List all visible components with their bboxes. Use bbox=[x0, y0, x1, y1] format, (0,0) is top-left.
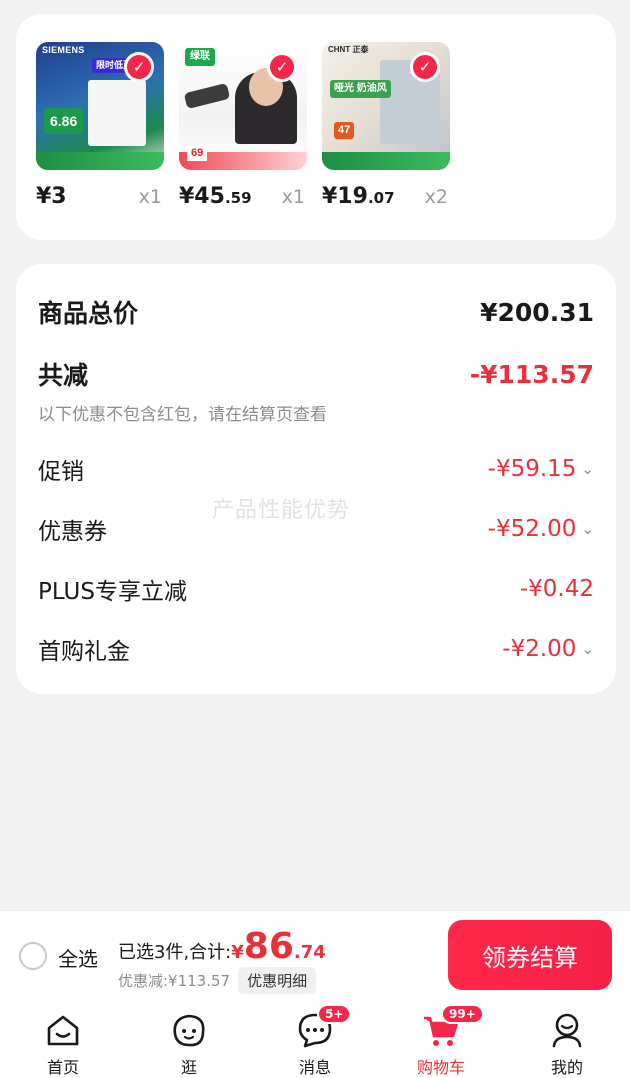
selected-check-icon[interactable]: ✓ bbox=[410, 52, 440, 82]
product-price: ¥45.59 bbox=[179, 184, 252, 209]
coupon-row[interactable]: 优惠券 -¥52.00 ⌄ bbox=[38, 512, 594, 546]
total-amount-integer: 86 bbox=[243, 926, 294, 967]
message-badge: 5+ bbox=[317, 1004, 352, 1024]
promotion-label: 促销 bbox=[38, 459, 84, 485]
selected-total: 已选3件,合计: ¥ 86 .74 bbox=[118, 929, 326, 965]
chevron-down-icon[interactable]: ⌄ bbox=[581, 460, 594, 478]
thumb-tag: 6.86 bbox=[44, 108, 84, 134]
plus-discount-label: PLUS专享立减 bbox=[38, 579, 187, 605]
tab-cart[interactable]: 99+ 购物车 bbox=[401, 1000, 484, 1078]
chevron-down-icon[interactable]: ⌄ bbox=[581, 640, 594, 658]
discount-note: 以下优惠不包含红包，请在结算页查看 bbox=[38, 405, 327, 425]
selected-check-icon[interactable]: ✓ bbox=[267, 52, 297, 82]
product-image-device bbox=[183, 82, 231, 110]
total-price-row: 商品总价 ¥200.31 bbox=[38, 294, 594, 330]
thumb-brand: CHNT 正泰 bbox=[328, 45, 369, 54]
total-amount-decimal: .74 bbox=[293, 942, 326, 963]
checkout-bar: 全选 已选3件,合计: ¥ 86 .74 优惠减:¥113.57 优惠明细 领券… bbox=[0, 910, 630, 1000]
face-icon bbox=[169, 1010, 209, 1050]
product-item[interactable]: 绿联 69 ✓ ¥45.59 x1 bbox=[179, 42, 307, 209]
product-item[interactable]: CHNT 正泰 哑光 奶油风 47 ✓ ¥19.07 x2 bbox=[322, 42, 450, 209]
home-icon bbox=[43, 1010, 83, 1050]
thumb-brand: 绿联 bbox=[185, 48, 215, 66]
bottom-tab-bar: 首页 逛 5+ 消息 99+ 购物车 我的 bbox=[0, 1000, 630, 1078]
thumb-footer bbox=[322, 152, 450, 170]
total-currency: ¥ bbox=[231, 942, 244, 963]
coupon-label: 优惠券 bbox=[38, 519, 107, 545]
product-thumbnail[interactable]: CHNT 正泰 哑光 奶油风 47 ✓ bbox=[322, 42, 450, 170]
tab-profile[interactable]: 我的 bbox=[527, 1000, 607, 1078]
thumb-footer bbox=[36, 152, 164, 170]
saved-amount-text: 优惠减:¥113.57 bbox=[118, 972, 231, 990]
product-quantity: x2 bbox=[424, 186, 448, 208]
first-purchase-gift-value: -¥2.00 bbox=[502, 636, 577, 662]
message-icon: 5+ bbox=[295, 1004, 352, 1050]
price-summary-card: 商品总价 ¥200.31 共减 -¥113.57 以下优惠不包含红包，请在结算页… bbox=[16, 264, 616, 694]
chevron-down-icon[interactable]: ⌄ bbox=[581, 520, 594, 538]
discount-total-label: 共减 bbox=[38, 361, 89, 390]
product-thumbnail[interactable]: SIEMENS 限时低至 6.86 ✓ bbox=[36, 42, 164, 170]
tab-home[interactable]: 首页 bbox=[23, 1000, 103, 1078]
selected-count-text: 已选3件,合计: bbox=[118, 942, 232, 963]
discount-total-value: -¥113.57 bbox=[469, 359, 594, 389]
plus-discount-value: -¥0.42 bbox=[519, 576, 594, 602]
product-image-panel bbox=[88, 80, 146, 146]
promotion-row[interactable]: 促销 -¥59.15 ⌄ bbox=[38, 452, 594, 486]
first-purchase-gift-label: 首购礼金 bbox=[38, 639, 130, 665]
select-all-checkbox[interactable] bbox=[19, 942, 47, 970]
product-quantity: x1 bbox=[281, 186, 305, 208]
product-thumbnail[interactable]: 绿联 69 ✓ bbox=[179, 42, 307, 170]
promotion-value: -¥59.15 bbox=[487, 456, 577, 482]
select-all-label[interactable]: 全选 bbox=[58, 943, 98, 972]
user-icon bbox=[547, 1010, 587, 1050]
plus-discount-row: PLUS专享立减 -¥0.42 bbox=[38, 572, 594, 606]
coupon-value: -¥52.00 bbox=[487, 516, 577, 542]
tab-label: 逛 bbox=[180, 1058, 197, 1077]
thumb-promo: 哑光 奶油风 bbox=[330, 80, 391, 98]
tab-explore[interactable]: 逛 bbox=[149, 1000, 229, 1078]
discount-detail-button[interactable]: 优惠明细 bbox=[238, 967, 317, 994]
tab-label: 首页 bbox=[46, 1058, 79, 1077]
total-price-label: 商品总价 bbox=[38, 299, 139, 328]
product-price: ¥19.07 bbox=[322, 184, 395, 209]
checkout-button[interactable]: 领券结算 bbox=[448, 920, 612, 990]
tab-label: 购物车 bbox=[416, 1058, 465, 1077]
cart-icon: 99+ bbox=[421, 1004, 484, 1050]
discount-total-row: 共减 -¥113.57 bbox=[38, 356, 594, 392]
saved-info: 优惠减:¥113.57 优惠明细 bbox=[118, 967, 317, 994]
tab-messages[interactable]: 5+ 消息 bbox=[275, 1000, 355, 1078]
cart-badge: 99+ bbox=[441, 1004, 484, 1024]
thumb-brand: SIEMENS bbox=[42, 45, 85, 55]
product-item[interactable]: SIEMENS 限时低至 6.86 ✓ ¥3 x1 bbox=[36, 42, 164, 209]
cart-summary-page: SIEMENS 限时低至 6.86 ✓ ¥3 x1 绿联 69 ✓ ¥45.59… bbox=[0, 0, 630, 1078]
tab-label: 我的 bbox=[550, 1058, 583, 1077]
thumb-tag: 47 bbox=[334, 122, 355, 139]
thumb-tag: 69 bbox=[187, 146, 208, 161]
product-price: ¥3 bbox=[36, 184, 67, 209]
selected-products-card: SIEMENS 限时低至 6.86 ✓ ¥3 x1 绿联 69 ✓ ¥45.59… bbox=[16, 14, 616, 240]
product-quantity: x1 bbox=[138, 186, 162, 208]
selected-check-icon[interactable]: ✓ bbox=[124, 52, 154, 82]
tab-label: 消息 bbox=[298, 1058, 331, 1077]
total-price-value: ¥200.31 bbox=[480, 297, 594, 327]
first-purchase-gift-row[interactable]: 首购礼金 -¥2.00 ⌄ bbox=[38, 632, 594, 666]
